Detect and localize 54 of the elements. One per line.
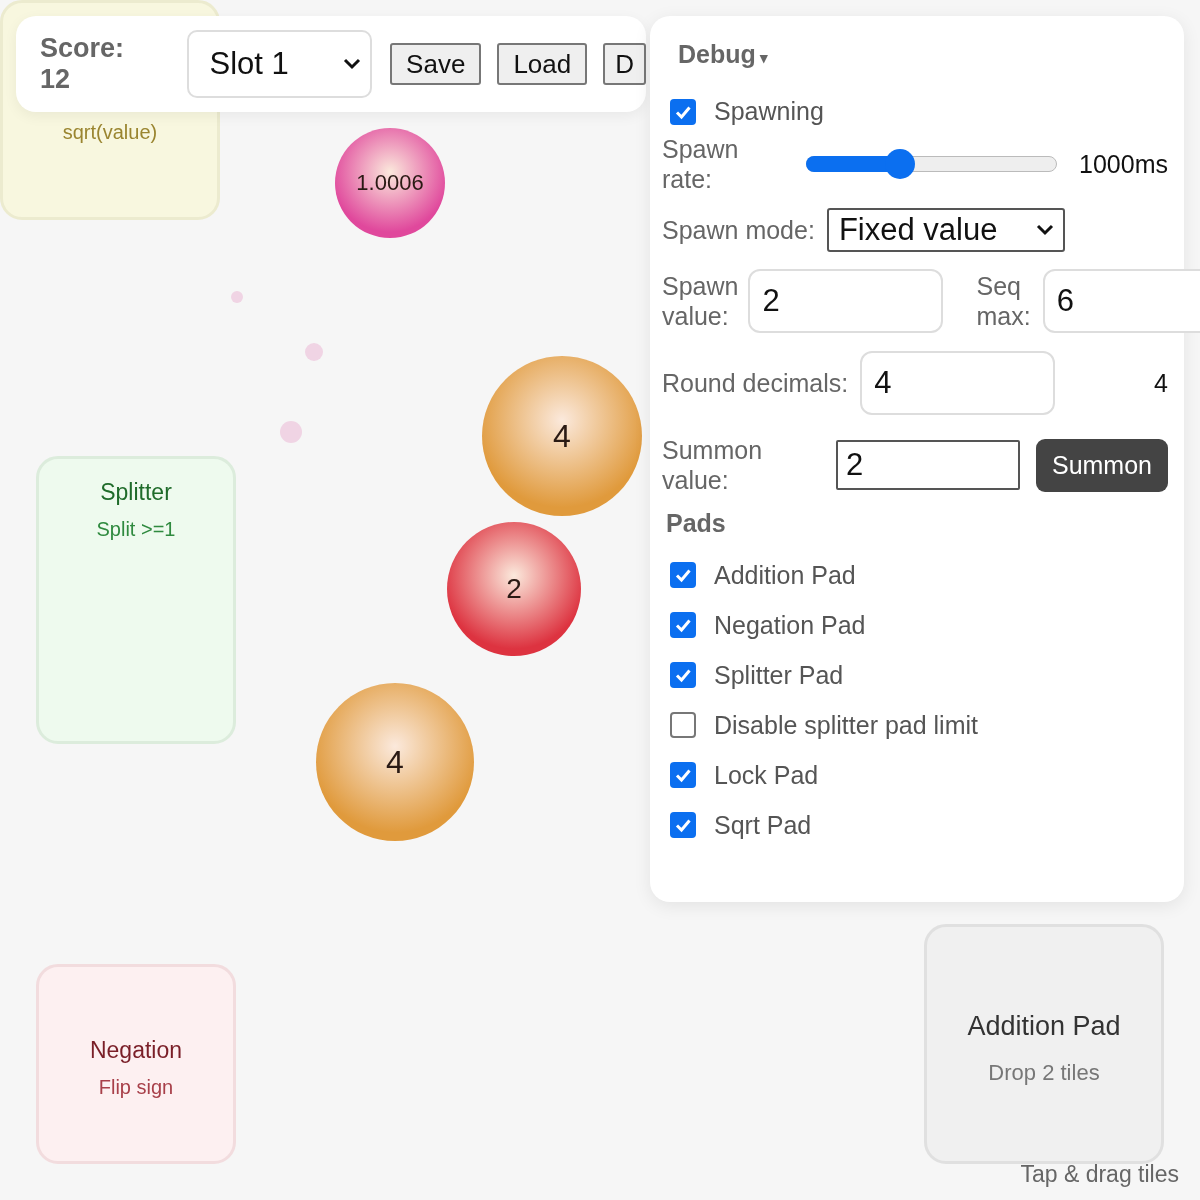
slider-thumb[interactable]	[884, 149, 915, 179]
particle-dot	[280, 421, 302, 443]
checkbox-label: Sqrt Pad	[714, 810, 812, 840]
slider-value: 1000ms	[1079, 149, 1168, 179]
number-ball[interactable]: 2	[447, 522, 581, 656]
input-field[interactable]: 2	[748, 269, 944, 333]
checkbox[interactable]	[670, 98, 696, 125]
checkbox[interactable]	[670, 762, 696, 788]
checkbox-label: Spawning	[714, 97, 824, 126]
input-field[interactable]: 4	[860, 351, 1056, 415]
summon-button[interactable]: Summon	[1035, 438, 1168, 492]
checkbox-label: Lock Pad	[714, 760, 819, 790]
particle-dot	[305, 343, 323, 361]
checkbox[interactable]	[670, 812, 696, 838]
checkbox-label: Disable splitter pad limit	[714, 710, 978, 740]
debug-toggle[interactable]: Debug ▾	[678, 40, 768, 69]
pad-subtitle: sqrt(value)	[62, 121, 158, 144]
chevron-icon	[1034, 223, 1055, 237]
section-heading: Pads	[666, 509, 727, 538]
input-field[interactable]: 6	[1042, 269, 1200, 333]
pad-title: Splitter	[100, 479, 172, 506]
pad-title: Addition Pad	[967, 1011, 1121, 1042]
value-text: 4	[1154, 368, 1168, 398]
field-label: Spawn mode:	[662, 215, 815, 245]
slider-track[interactable]	[806, 149, 1058, 179]
toolbar-button[interactable]: D	[603, 43, 646, 85]
checkbox[interactable]	[670, 712, 696, 738]
toolbar-button[interactable]: Load	[497, 43, 588, 85]
number-ball[interactable]: 4	[482, 356, 642, 516]
spawn-mode-select[interactable]: Fixed value	[826, 208, 1065, 252]
particle-dot	[231, 291, 243, 303]
checkbox[interactable]	[670, 662, 696, 688]
chevron-icon	[342, 57, 363, 71]
field-label: Spawn rate:	[662, 134, 740, 194]
toolbar-button[interactable]: Save	[390, 43, 482, 85]
pad-subtitle: Split >=1	[96, 518, 176, 541]
checkbox[interactable]	[670, 612, 696, 638]
hint-text: Tap & drag tiles	[1020, 1161, 1179, 1188]
number-ball[interactable]: 1.0006	[335, 128, 445, 238]
field-label: Round decimals:	[662, 368, 849, 398]
input-field[interactable]: 2	[835, 440, 1020, 490]
pad-title: Negation	[89, 1037, 183, 1064]
checkbox-label: Addition Pad	[714, 560, 856, 590]
checkbox[interactable]	[670, 562, 696, 588]
slot-select[interactable]: Slot 1	[187, 30, 373, 98]
checkbox-label: Negation Pad	[714, 610, 866, 640]
number-ball[interactable]: 4	[316, 683, 474, 841]
field-label: Seq max:	[976, 271, 1031, 331]
checkbox-label: Splitter Pad	[714, 660, 844, 690]
pad-subtitle: Flip sign	[98, 1076, 174, 1099]
field-label: Spawn value:	[662, 271, 739, 331]
score-text: Score: 12	[40, 33, 126, 95]
pad-subtitle: Drop 2 tiles	[988, 1060, 1100, 1086]
field-label: Summon value:	[662, 435, 764, 495]
